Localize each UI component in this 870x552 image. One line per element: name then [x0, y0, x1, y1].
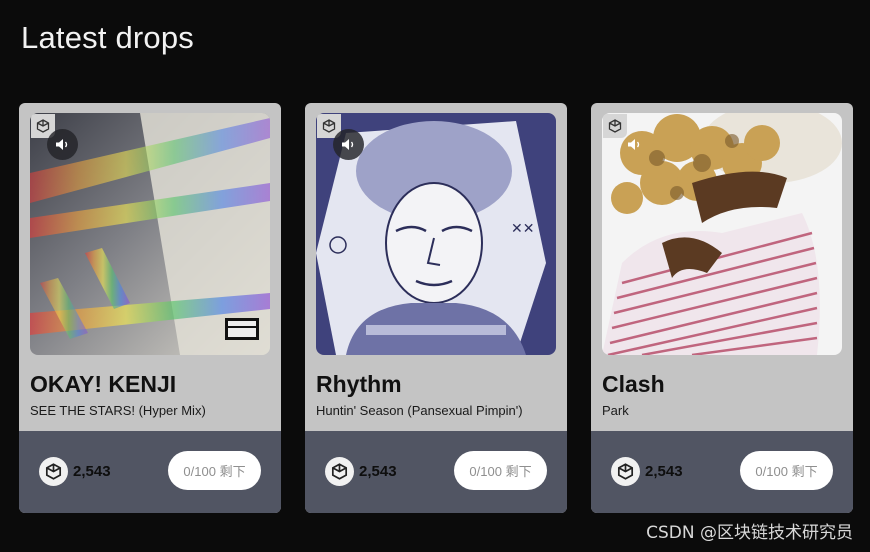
svg-text:✕✕: ✕✕	[511, 221, 534, 237]
cube-coin-icon	[611, 457, 640, 486]
nft-card-rhythm[interactable]: ✕✕ Rhythm Huntin' Season (Pansexual Pimp…	[305, 103, 567, 513]
track-title: Rhythm	[316, 371, 402, 397]
price: 2,543	[325, 457, 397, 486]
track-subtitle: Park	[602, 403, 629, 418]
remaining-button[interactable]: 0/100 剩下	[740, 451, 833, 490]
card-footer: 2,543 0/100 剩下	[19, 431, 281, 513]
cube-coin-icon	[39, 457, 68, 486]
speaker-icon[interactable]	[47, 129, 78, 160]
section-title: Latest drops	[21, 20, 195, 55]
remaining-button[interactable]: 0/100 剩下	[454, 451, 547, 490]
nft-card-clash[interactable]: Clash Park 2,543 0/100 剩下	[591, 103, 853, 513]
price-value: 2,543	[73, 463, 111, 480]
speaker-icon[interactable]	[333, 129, 364, 160]
nft-card-okay-kenji[interactable]: OKAY! KENJI SEE THE STARS! (Hyper Mix) 2…	[19, 103, 281, 513]
page: Latest drops OKAY! KENJI SEE THE STARS! …	[0, 0, 870, 552]
price-value: 2,543	[645, 463, 683, 480]
track-title: OKAY! KENJI	[30, 371, 177, 397]
watermark: CSDN @区块链技术研究员	[646, 523, 853, 543]
card-footer: 2,543 0/100 剩下	[591, 431, 853, 513]
price-value: 2,543	[359, 463, 397, 480]
cube-coin-icon	[325, 457, 354, 486]
track-subtitle: SEE THE STARS! (Hyper Mix)	[30, 403, 206, 418]
speaker-icon[interactable]	[619, 129, 650, 160]
price: 2,543	[39, 457, 111, 486]
track-subtitle: Huntin' Season (Pansexual Pimpin')	[316, 403, 523, 418]
remaining-button[interactable]: 0/100 剩下	[168, 451, 261, 490]
track-title: Clash	[602, 371, 665, 397]
card-footer: 2,543 0/100 剩下	[305, 431, 567, 513]
price: 2,543	[611, 457, 683, 486]
